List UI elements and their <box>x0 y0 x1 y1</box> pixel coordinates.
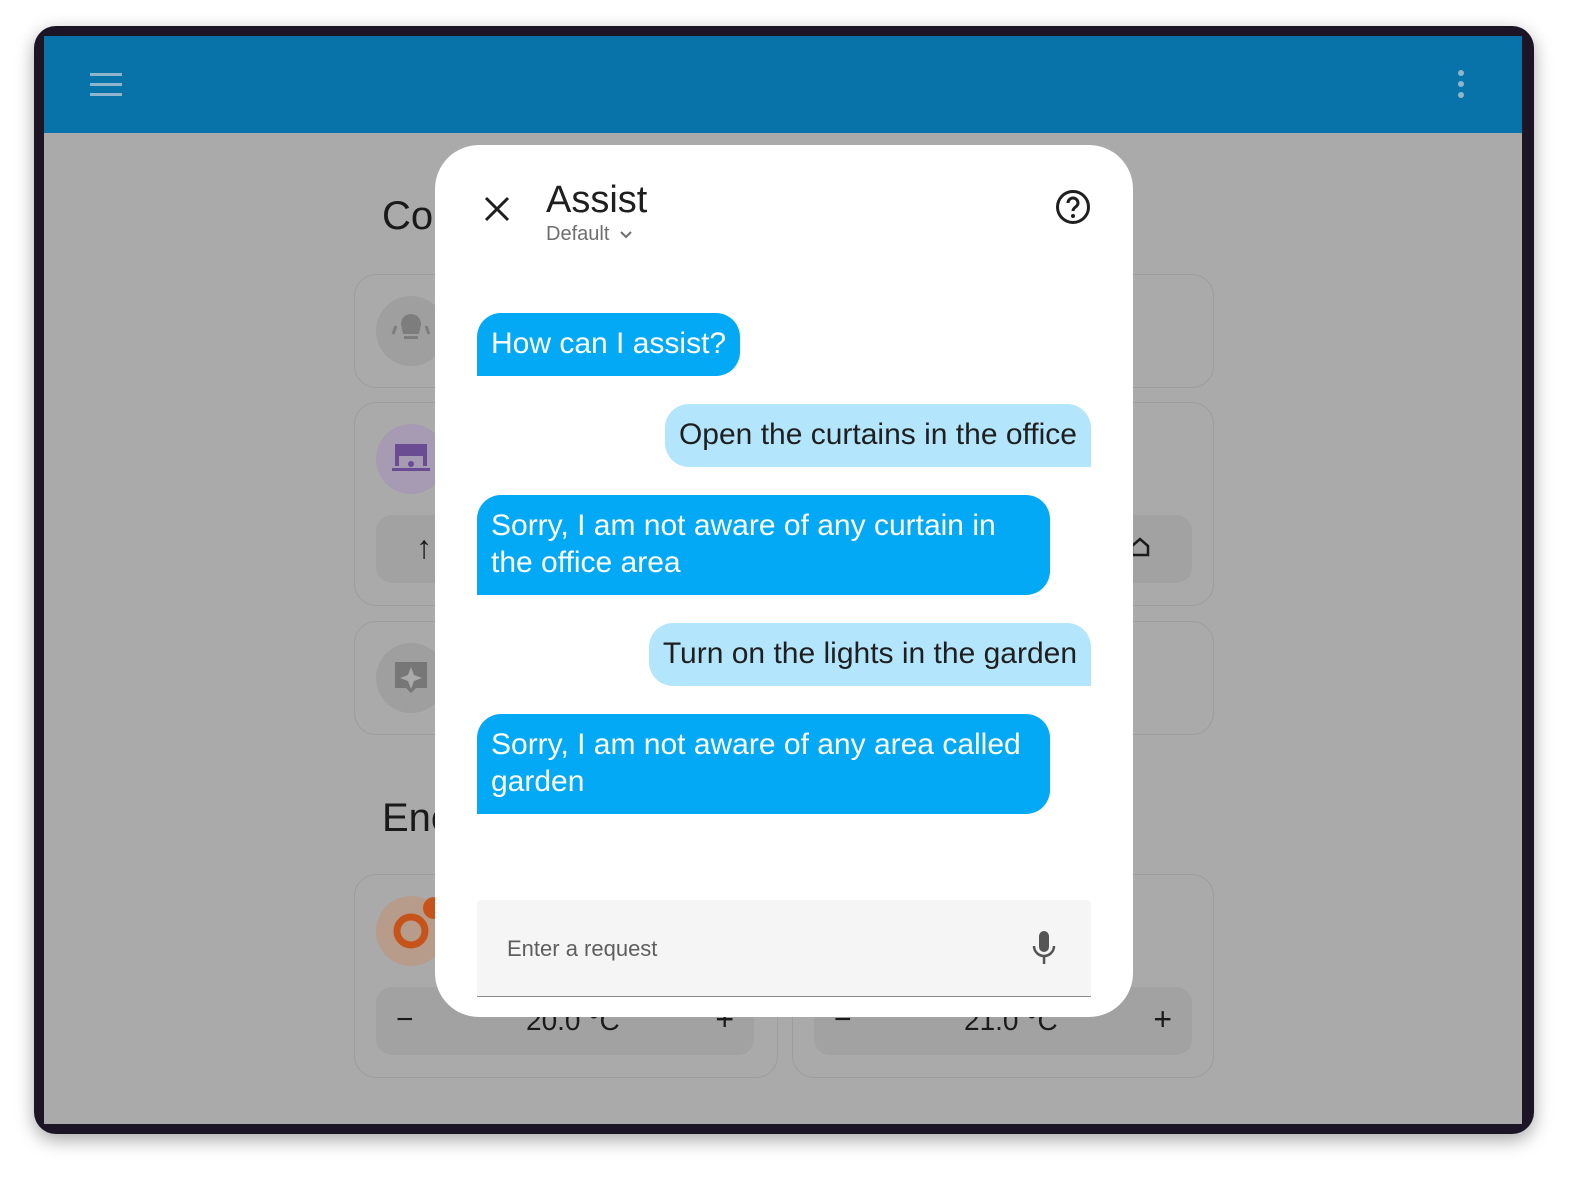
close-icon[interactable] <box>483 195 511 223</box>
open-curtain-button[interactable]: ↑ <box>416 529 432 566</box>
microphone-icon[interactable] <box>1031 930 1057 966</box>
help-icon[interactable] <box>1055 189 1091 225</box>
chevron-down-icon <box>620 230 633 238</box>
top-app-bar <box>44 36 1522 133</box>
message-list: How can I assist? Open the curtains in t… <box>477 313 1091 842</box>
request-input[interactable] <box>505 900 989 998</box>
dialog-title: Assist <box>546 179 648 221</box>
pipeline-name: Default <box>546 223 610 245</box>
more-options-icon[interactable] <box>1458 70 1466 103</box>
agent-message: How can I assist? <box>477 313 741 376</box>
decrease-button[interactable]: − <box>396 1003 414 1037</box>
user-message: Turn on the lights in the garden <box>648 623 1091 686</box>
agent-message: Sorry, I am not aware of any curtain in … <box>477 495 1050 595</box>
menu-icon[interactable] <box>90 73 122 97</box>
increase-button[interactable]: + <box>1153 1001 1172 1038</box>
agent-message: Sorry, I am not aware of any area called… <box>477 714 1050 814</box>
assist-dialog: Assist Default How can I assist? Open th… <box>435 145 1133 1017</box>
section-title: Co <box>382 194 434 238</box>
request-field <box>477 900 1091 998</box>
user-message: Open the curtains in the office <box>664 404 1091 467</box>
pipeline-selector[interactable]: Default <box>546 223 633 246</box>
